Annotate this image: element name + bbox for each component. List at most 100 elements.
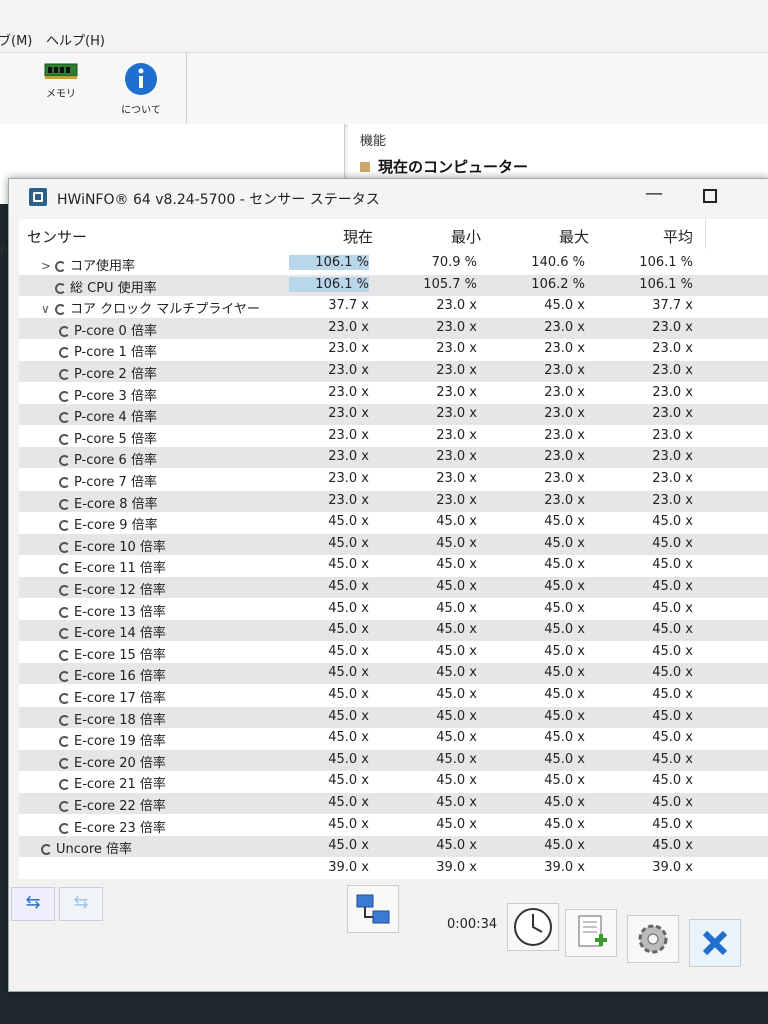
value-min: 23.0 x	[436, 319, 477, 335]
value-cur: 23.0 x	[328, 341, 369, 357]
value-avg: 45.0 x	[652, 622, 693, 638]
table-row[interactable]: E-core 12 倍率 45.0 x 45.0 x 45.0 x 45.0 x	[19, 577, 768, 598]
value-avg: 45.0 x	[652, 816, 693, 832]
column-header-sensor[interactable]: センサー	[19, 219, 282, 249]
table-row[interactable]: E-core 19 倍率 45.0 x 45.0 x 45.0 x 45.0 x	[19, 728, 768, 749]
table-row[interactable]: E-core 16 倍率 45.0 x 45.0 x 45.0 x 45.0 x	[19, 663, 768, 685]
menu-item-help[interactable]: ヘルプ(H)	[46, 30, 105, 49]
column-header-avg[interactable]: 平均	[597, 219, 706, 249]
value-max: 45.0 x	[544, 643, 585, 659]
value-min: 23.0 x	[436, 384, 477, 400]
table-row[interactable]: 39.0 x 39.0 x 39.0 x 39.0 x	[19, 858, 768, 879]
sensor-label: P-core 3 倍率	[74, 388, 157, 404]
value-avg: 45.0 x	[652, 708, 693, 724]
menu-item-partial[interactable]: ブ(M)	[0, 30, 32, 49]
sensor-clock-icon	[59, 541, 70, 553]
table-row[interactable]: E-core 8 倍率 23.0 x 23.0 x 23.0 x 23.0 x	[19, 490, 768, 512]
feature-header: 機能	[360, 134, 387, 149]
value-cur: 23.0 x	[328, 319, 369, 335]
sensor-label: P-core 5 倍率	[74, 431, 157, 447]
column-header-current[interactable]: 現在	[281, 219, 382, 249]
table-row[interactable]: E-core 20 倍率 45.0 x 45.0 x 45.0 x 45.0 x	[19, 749, 768, 771]
value-avg: 39.0 x	[652, 859, 693, 875]
value-max: 45.0 x	[544, 751, 585, 767]
sensor-name: E-core 12 倍率	[59, 579, 166, 598]
hwinfo-app-icon	[29, 188, 47, 206]
table-row[interactable]: Uncore 倍率 45.0 x 45.0 x 45.0 x 45.0 x	[19, 836, 768, 858]
value-avg: 37.7 x	[652, 298, 693, 314]
value-max: 45.0 x	[544, 795, 585, 810]
table-row[interactable]: P-core 3 倍率 23.0 x 23.0 x 23.0 x 23.0 x	[19, 383, 768, 404]
table-row[interactable]: E-core 17 倍率 45.0 x 45.0 x 45.0 x 45.0 x	[19, 685, 768, 706]
value-min: 23.0 x	[436, 363, 477, 378]
table-row[interactable]: E-core 21 倍率 45.0 x 45.0 x 45.0 x 45.0 x	[19, 771, 768, 792]
sensor-name: E-core 14 倍率	[59, 622, 166, 641]
clock-button[interactable]	[507, 903, 559, 951]
value-max: 45.0 x	[544, 665, 585, 681]
table-row[interactable]: E-core 10 倍率 45.0 x 45.0 x 45.0 x 45.0 x	[19, 533, 768, 555]
table-row[interactable]: E-core 15 倍率 45.0 x 45.0 x 45.0 x 45.0 x	[19, 642, 768, 663]
value-min: 70.9 %	[431, 255, 477, 270]
nav-back-button[interactable]: ⇆	[11, 887, 55, 921]
table-row[interactable]: P-core 1 倍率 23.0 x 23.0 x 23.0 x 23.0 x	[19, 339, 768, 360]
network-button[interactable]	[347, 885, 399, 933]
table-row[interactable]: P-core 0 倍率 23.0 x 23.0 x 23.0 x 23.0 x	[19, 317, 768, 339]
sensor-table[interactable]: センサー 現在 最小 最大 平均 > コア使用率 106.1 % 70.9 % 140.…	[19, 219, 768, 879]
sensor-clock-icon	[59, 714, 70, 726]
table-row[interactable]: P-core 6 倍率 23.0 x 23.0 x 23.0 x 23.0 x	[19, 447, 768, 469]
table-row[interactable]: E-core 23 倍率 45.0 x 45.0 x 45.0 x 45.0 x	[19, 815, 768, 836]
nav-forward-button[interactable]: ⇆	[59, 887, 103, 921]
table-row[interactable]: P-core 4 倍率 23.0 x 23.0 x 23.0 x 23.0 x	[19, 404, 768, 426]
value-min: 45.0 x	[436, 557, 477, 573]
sensor-label: E-core 12 倍率	[74, 583, 166, 598]
sensor-label: E-core 13 倍率	[74, 604, 166, 620]
table-row[interactable]: 総 CPU 使用率 106.1 % 105.7 % 106.2 % 106.1 %	[19, 274, 768, 296]
value-avg: 23.0 x	[652, 492, 693, 508]
table-row[interactable]: P-core 7 倍率 23.0 x 23.0 x 23.0 x 23.0 x	[19, 469, 768, 490]
menubar: ブ(M) ヘルプ(H)	[0, 26, 768, 50]
table-row[interactable]: E-core 9 倍率 45.0 x 45.0 x 45.0 x 45.0 x	[19, 512, 768, 533]
sensor-name: E-core 10 倍率	[59, 536, 166, 555]
settings-button[interactable]	[627, 915, 679, 963]
value-avg: 45.0 x	[652, 600, 693, 616]
expand-chevron-icon[interactable]: ∨	[41, 302, 55, 316]
value-max: 23.0 x	[544, 406, 585, 422]
value-max: 23.0 x	[544, 427, 585, 443]
table-row[interactable]: P-core 2 倍率 23.0 x 23.0 x 23.0 x 23.0 x	[19, 361, 768, 382]
maximize-button[interactable]	[703, 189, 717, 203]
current-computer-item[interactable]: 現在のコンピューター	[360, 156, 528, 177]
sensor-label: P-core 4 倍率	[74, 410, 157, 426]
table-row[interactable]: P-core 5 倍率 23.0 x 23.0 x 23.0 x 23.0 x	[19, 426, 768, 447]
bottom-toolbar: ⇆ ⇆ 0:00:34	[9, 879, 768, 991]
value-min: 23.0 x	[436, 449, 477, 465]
value-cur: 45.0 x	[328, 643, 369, 659]
table-row[interactable]: ∨ コア クロック マルチプライヤー 37.7 x 23.0 x 45.0 x 37.7 …	[19, 296, 768, 317]
table-row[interactable]: E-core 22 倍率 45.0 x 45.0 x 45.0 x 45.0 x	[19, 793, 768, 814]
about-button[interactable]: について	[106, 61, 176, 121]
sensor-clock-icon	[59, 390, 70, 402]
sensor-name: P-core 1 倍率	[59, 341, 157, 360]
value-avg: 23.0 x	[652, 363, 693, 378]
value-max: 140.6 %	[531, 255, 585, 270]
network-icon	[356, 894, 390, 924]
value-avg: 23.0 x	[652, 341, 693, 357]
table-row[interactable]: E-core 13 倍率 45.0 x 45.0 x 45.0 x 45.0 x	[19, 599, 768, 620]
table-row[interactable]: > コア使用率 106.1 % 70.9 % 140.6 % 106.1 %	[19, 253, 768, 274]
value-cur: 45.0 x	[328, 687, 369, 702]
table-row[interactable]: E-core 18 倍率 45.0 x 45.0 x 45.0 x 45.0 x	[19, 706, 768, 728]
table-row[interactable]: E-core 14 倍率 45.0 x 45.0 x 45.0 x 45.0 x	[19, 620, 768, 642]
memory-button[interactable]: メモリ	[26, 61, 96, 121]
memory-icon	[44, 63, 78, 79]
sensor-clock-icon	[59, 412, 70, 424]
column-header-min[interactable]: 最小	[381, 219, 490, 249]
table-row[interactable]: E-core 11 倍率 45.0 x 45.0 x 45.0 x 45.0 x	[19, 555, 768, 576]
minimize-button[interactable]: —	[639, 183, 669, 211]
sensor-label: E-core 17 倍率	[74, 691, 166, 706]
value-max: 23.0 x	[544, 363, 585, 378]
value-avg: 45.0 x	[652, 514, 693, 530]
expand-chevron-icon[interactable]: >	[41, 259, 55, 273]
close-button[interactable]	[689, 919, 741, 967]
value-min: 23.0 x	[436, 406, 477, 422]
report-button[interactable]	[565, 909, 617, 957]
column-header-max[interactable]: 最大	[489, 219, 598, 249]
